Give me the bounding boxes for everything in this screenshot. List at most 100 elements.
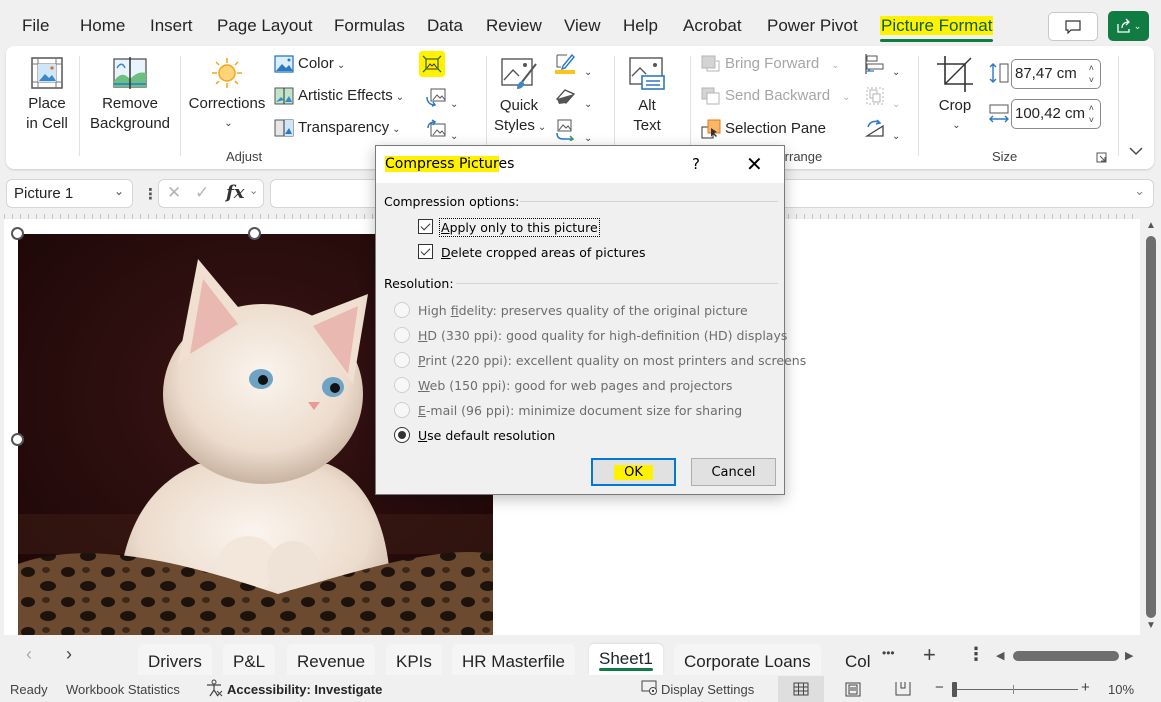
crop-button[interactable]: Crop ⌄ — [928, 56, 982, 136]
tab-power-pivot[interactable]: Power Pivot — [767, 16, 858, 36]
fx-chevron-icon[interactable]: ⌄ — [249, 184, 258, 197]
zoom-slider-thumb[interactable] — [952, 682, 957, 697]
formula-bar-options-icon[interactable]: ⋮ — [143, 185, 158, 203]
radio-email[interactable] — [394, 402, 410, 418]
sheet-tab-hr-masterfile[interactable]: HR Masterfile — [452, 644, 575, 675]
zoom-out-button[interactable]: − — [935, 679, 944, 696]
add-sheet-button[interactable]: + — [923, 642, 936, 668]
apply-only-checkbox[interactable] — [418, 219, 433, 234]
next-sheet-icon[interactable]: › — [66, 644, 72, 665]
scroll-down-icon[interactable]: ▼ — [1146, 620, 1156, 631]
insert-function-button[interactable]: fx — [226, 182, 244, 203]
scroll-right-icon[interactable]: ▶ — [1125, 649, 1133, 662]
resize-handle-left[interactable] — [11, 433, 24, 446]
color-button[interactable]: Color ⌄ — [274, 55, 345, 73]
workbook-statistics-button[interactable]: Workbook Statistics — [66, 682, 180, 697]
sheet-tab-corporate-loans[interactable]: Corporate Loans — [674, 644, 821, 675]
expand-formula-bar-icon[interactable]: ⌄ — [1134, 183, 1145, 199]
cancel-button[interactable]: Cancel — [691, 458, 776, 486]
tab-data[interactable]: Data — [427, 16, 463, 36]
more-sheets-icon[interactable]: ••• — [882, 646, 895, 660]
close-icon[interactable]: ✕ — [746, 152, 763, 176]
zoom-in-button[interactable]: + — [1081, 679, 1090, 696]
align-button[interactable]: ⌄ — [864, 53, 900, 79]
tab-formulas[interactable]: Formulas — [334, 16, 405, 36]
size-dialog-launcher-icon[interactable] — [1096, 152, 1107, 163]
hd-label[interactable]: HD (330 ppi): good quality for high-defi… — [418, 328, 787, 343]
delete-cropped-checkbox[interactable] — [418, 244, 433, 259]
zoom-percent-button[interactable]: 10% — [1108, 682, 1134, 697]
help-button[interactable]: ? — [692, 155, 700, 173]
horizontal-scrollbar[interactable]: ◀ ▶ — [993, 646, 1138, 668]
tab-review[interactable]: Review — [486, 16, 542, 36]
zoom-slider[interactable] — [952, 689, 1078, 690]
confirm-entry-icon[interactable]: ✓ — [195, 183, 209, 203]
height-spinner[interactable]: ˄ ˅ — [1089, 62, 1094, 86]
shape-height-input[interactable]: 87,47 cm ˄ ˅ — [1011, 59, 1101, 89]
bring-forward-button[interactable]: Bring Forward ⌄ — [701, 55, 840, 73]
delete-cropped-label[interactable]: Delete cropped areas of pictures — [441, 245, 645, 260]
compress-pictures-button[interactable] — [419, 51, 445, 77]
remove-background-button[interactable]: Remove Background — [88, 56, 172, 134]
ok-button[interactable]: OK — [591, 458, 676, 486]
corrections-button[interactable]: Corrections ⌄ — [188, 56, 266, 134]
name-box-chevron-icon[interactable]: ⌄ — [114, 184, 124, 198]
share-button[interactable]: ⌄ — [1108, 11, 1149, 41]
picture-layout-button[interactable]: ⌄ — [554, 119, 592, 145]
tab-picture-format[interactable]: Picture Format — [880, 16, 994, 42]
picture-border-button[interactable]: ⌄ — [554, 53, 592, 79]
radio-default-resolution[interactable] — [394, 427, 410, 443]
tab-help[interactable]: Help — [623, 16, 658, 36]
radio-web[interactable] — [394, 377, 410, 393]
sheet-tab-pnl[interactable]: P&L — [223, 644, 276, 675]
prev-sheet-icon[interactable]: ‹ — [26, 644, 32, 665]
picture-effects-button[interactable]: ⌄ — [554, 87, 592, 111]
resize-handle-top[interactable] — [248, 227, 261, 240]
tab-insert[interactable]: Insert — [150, 16, 193, 36]
group-button[interactable]: ⌄ — [864, 85, 900, 111]
page-layout-view-icon[interactable] — [845, 682, 861, 697]
sheet-tab-col[interactable]: Col — [835, 644, 881, 675]
place-in-cell-button[interactable]: Place in Cell — [22, 56, 72, 134]
name-box[interactable]: Picture 1 ⌄ — [6, 179, 133, 208]
web-label[interactable]: Web (150 ppi): good for web pages and pr… — [418, 378, 732, 393]
accessibility-status-button[interactable]: Accessibility: Investigate — [227, 682, 382, 697]
radio-hd[interactable] — [394, 327, 410, 343]
scroll-up-icon[interactable]: ▲ — [1146, 220, 1156, 231]
cancel-entry-icon[interactable]: ✕ — [167, 183, 181, 203]
page-break-preview-icon[interactable] — [895, 681, 911, 696]
default-resolution-label[interactable]: Use default resolution — [418, 428, 555, 443]
sheet-tab-sheet1[interactable]: Sheet1 — [589, 644, 663, 675]
rotate-button[interactable]: ⌄ — [864, 117, 900, 143]
print-label[interactable]: Print (220 ppi): excellent quality on mo… — [418, 353, 806, 368]
tab-acrobat[interactable]: Acrobat — [683, 16, 742, 36]
artistic-effects-button[interactable]: Artistic Effects ⌄ — [274, 87, 404, 105]
horizontal-scroll-thumb[interactable] — [1013, 651, 1119, 661]
sheet-tab-kpis[interactable]: KPIs — [386, 644, 442, 675]
comments-button[interactable] — [1048, 12, 1098, 41]
quick-styles-button[interactable]: Quick Styles ⌄ — [494, 56, 546, 138]
collapse-ribbon-icon[interactable] — [1129, 146, 1143, 156]
width-spinner[interactable]: ˄ ˅ — [1089, 102, 1094, 126]
dialog-title-bar[interactable]: Compress Pictures ? ✕ — [376, 146, 784, 183]
sheet-tab-drivers[interactable]: Drivers — [138, 644, 212, 675]
change-picture-button[interactable]: ⌄ — [425, 87, 458, 111]
shape-width-input[interactable]: 100,42 cm ˄ ˅ — [1011, 99, 1101, 129]
radio-high-fidelity[interactable] — [394, 302, 410, 318]
resize-handle-top-left[interactable] — [11, 227, 24, 240]
sheet-options-icon[interactable]: ⋮ — [967, 644, 985, 665]
send-backward-button[interactable]: Send Backward ⌄ — [701, 87, 850, 105]
sheet-tab-revenue[interactable]: Revenue — [287, 644, 376, 675]
vertical-scrollbar[interactable]: ▲ ▼ — [1144, 220, 1158, 634]
tab-file[interactable]: File — [22, 16, 49, 36]
transparency-button[interactable]: Transparency ⌄ — [274, 119, 401, 137]
tab-view[interactable]: View — [564, 16, 601, 36]
apply-only-label[interactable]: Apply only to this picture — [439, 218, 600, 237]
selection-pane-button[interactable]: Selection Pane — [701, 119, 826, 139]
scroll-left-icon[interactable]: ◀ — [996, 649, 1004, 662]
vertical-scroll-thumb[interactable] — [1146, 236, 1156, 618]
email-label[interactable]: E-mail (96 ppi): minimize document size … — [418, 403, 742, 418]
alt-text-button[interactable]: Alt Text — [622, 56, 672, 136]
tab-page-layout[interactable]: Page Layout — [217, 16, 312, 36]
tab-home[interactable]: Home — [80, 16, 125, 36]
